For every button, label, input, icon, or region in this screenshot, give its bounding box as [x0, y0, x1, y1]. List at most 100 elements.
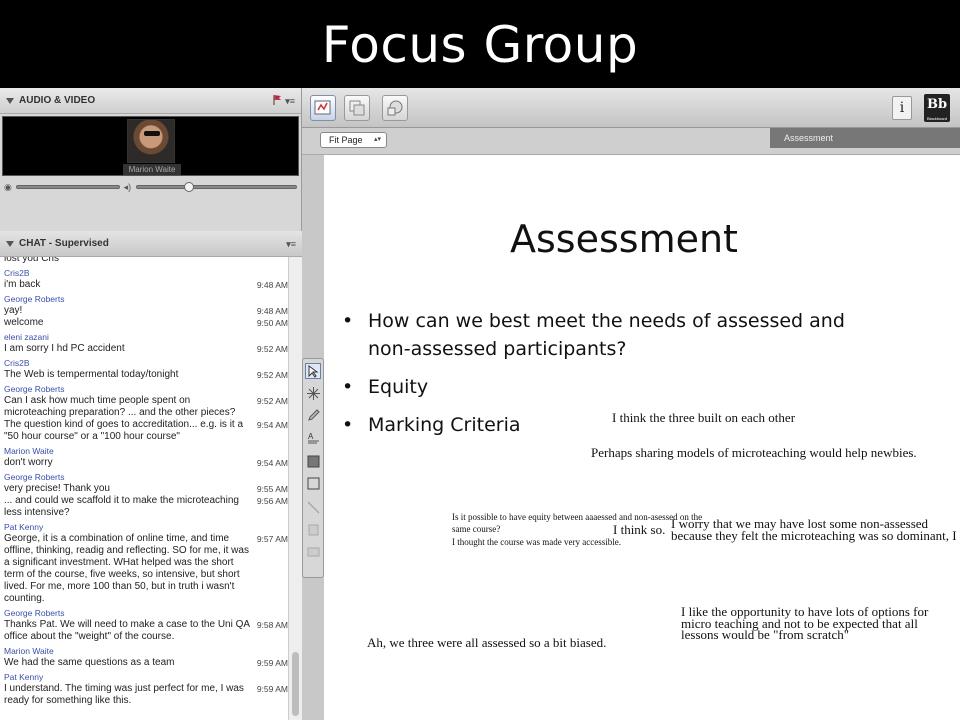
chat-message-text: I understand. The timing was just perfec…	[4, 683, 244, 706]
slide-title: Assessment	[510, 217, 738, 261]
chat-sender[interactable]: Pat Kenny	[4, 522, 288, 533]
whiteboard-button[interactable]	[310, 95, 336, 121]
zoom-select[interactable]: Fit Page ▴▾	[320, 132, 387, 148]
chat-message-text: Thanks Pat. We will need to make a case …	[4, 619, 250, 642]
clipboard-icon	[308, 524, 319, 536]
chat-message: ... and could we scaffold it to make the…	[4, 495, 288, 519]
collapse-arrow-icon[interactable]	[6, 240, 14, 247]
microphone-icon: ◉	[4, 181, 12, 192]
chat-message: welcome 9:50 AM	[4, 317, 288, 329]
clipboard-tool[interactable]	[305, 521, 321, 537]
app-share-button[interactable]	[344, 95, 370, 121]
volume-knob[interactable]	[184, 182, 194, 192]
chat-message: eleni zazani I am sorry I hd PC accident 9…	[4, 332, 288, 355]
explicit-tool[interactable]	[305, 385, 321, 401]
tool-palette: A	[302, 358, 324, 578]
chat-message-row: yay! 9:48 AM	[4, 305, 288, 317]
chat-message: lost you Cris	[4, 257, 288, 265]
chat-message-text: lost you Cris	[4, 257, 60, 264]
audio-video-header[interactable]: AUDIO & VIDEO ▾≡	[0, 88, 301, 114]
chat-message-text: yay!	[4, 305, 23, 316]
filled-rectangle-icon	[307, 455, 320, 468]
chat-timestamp: 9:57 AM	[256, 534, 288, 544]
chat-message-text: The question kind of goes to accreditati…	[4, 419, 244, 442]
line-icon	[307, 501, 320, 514]
chat-message-text: i'm back	[4, 279, 41, 290]
annotation-text[interactable]: Is it possible to have equity between aa…	[452, 512, 702, 522]
web-tour-button[interactable]	[382, 95, 408, 121]
collapse-arrow-icon[interactable]	[6, 97, 14, 104]
chat-message-text: Can I ask how much time people spent on …	[4, 395, 236, 418]
scrollbar-thumb[interactable]	[292, 652, 299, 716]
chat-messages[interactable]: lost you Cris Cris2B i'm back 9:48 AM George…	[0, 257, 288, 720]
video-feed: Marion Waite	[2, 116, 299, 176]
volume-controls: ◉ ◂)	[0, 176, 301, 198]
chat-sender[interactable]: George Roberts	[4, 384, 288, 395]
chat-message-row: don't worry 9:54 AM	[4, 457, 288, 469]
annotation-text[interactable]: I thought the course was made very acces…	[452, 537, 621, 547]
annotation-text[interactable]: Perhaps sharing models of microteaching …	[591, 445, 917, 461]
chat-message-row: We had the same questions as a team 9:59 …	[4, 657, 288, 669]
annotation-text[interactable]: because they felt the microteaching was …	[671, 529, 960, 542]
chat-message-text: ... and could we scaffold it to make the…	[4, 495, 239, 518]
filled-rectangle-tool[interactable]	[305, 453, 321, 469]
select-arrows-icon: ▴▾	[373, 136, 381, 143]
chat-message-text: We had the same questions as a team	[4, 657, 175, 668]
flag-icon[interactable]	[273, 94, 283, 106]
rectangle-tool[interactable]	[305, 475, 321, 491]
chat-timestamp: 9:48 AM	[256, 306, 288, 316]
chat-sender[interactable]: Marion Waite	[4, 646, 288, 657]
chat-sender[interactable]: Marion Waite	[4, 446, 288, 457]
chat-sender[interactable]: Pat Kenny	[4, 672, 288, 683]
chat-sender[interactable]: George Roberts	[4, 472, 288, 483]
volume-slider[interactable]	[135, 185, 297, 189]
chat-timestamp: 9:48 AM	[256, 280, 288, 290]
slide-tab[interactable]: Assessment	[770, 128, 960, 148]
bullet-item: Equity	[342, 373, 882, 401]
chat-sender[interactable]: George Roberts	[4, 608, 288, 619]
chat-sender[interactable]: eleni zazani	[4, 332, 288, 343]
screenshot-tool[interactable]	[305, 543, 321, 559]
text-icon: A	[308, 432, 319, 444]
chat-header[interactable]: CHAT - Supervised ▾≡	[0, 231, 302, 257]
chat-timestamp: 9:58 AM	[256, 620, 288, 630]
chat-message-row: I am sorry I hd PC accident 9:52 AM	[4, 343, 288, 355]
chat-message: Marion Waite We had the same questions as…	[4, 646, 288, 669]
select-tool[interactable]	[305, 363, 321, 379]
mic-level-slider[interactable]	[15, 185, 120, 189]
line-tool[interactable]	[305, 499, 321, 515]
panel-menu-icon[interactable]: ▾≡	[286, 239, 296, 250]
page-title: Focus Group	[321, 16, 639, 74]
chat-message-row: George, it is a combination of online ti…	[4, 533, 288, 605]
text-tool[interactable]: A	[305, 429, 321, 445]
zoom-select-value: Fit Page	[329, 135, 363, 145]
chat-message-row: very precise! Thank you 9:55 AM	[4, 483, 288, 495]
annotation-text[interactable]: same course?	[452, 524, 500, 534]
chat-message-text: The Web is tempermental today/tonight	[4, 369, 179, 380]
chat-message-text: very precise! Thank you	[4, 483, 110, 494]
chat-timestamp: 9:50 AM	[256, 318, 288, 328]
app-share-icon	[349, 100, 365, 116]
arrow-pointer-icon	[308, 365, 319, 378]
chat-scrollbar[interactable]	[288, 257, 302, 720]
pencil-icon	[308, 409, 320, 421]
svg-text:A: A	[308, 432, 314, 441]
chat-message: George Roberts yay! 9:48 AM	[4, 294, 288, 317]
panel-menu-icon[interactable]: ▾≡	[285, 96, 295, 107]
chat-sender[interactable]: Cris2B	[4, 358, 288, 369]
globe-icon	[387, 100, 403, 116]
slide-canvas[interactable]: Assessment How can we best meet the need…	[324, 155, 960, 720]
chat-sender[interactable]: George Roberts	[4, 294, 288, 305]
left-panel: AUDIO & VIDEO ▾≡ Marion Waite ◉ ◂) CHAT …	[0, 88, 302, 720]
chat-title: CHAT - Supervised	[19, 238, 109, 249]
annotation-text[interactable]: lessons would be "from scratch"	[681, 628, 849, 641]
chat-timestamp: 9:56 AM	[256, 496, 288, 506]
pencil-tool[interactable]	[305, 407, 321, 423]
annotation-text[interactable]: Ah, we three were all assessed so a bit …	[367, 635, 606, 651]
annotation-text[interactable]: I think so.	[613, 522, 665, 538]
annotation-text[interactable]: I think the three built on each other	[612, 410, 795, 426]
screenshot-icon	[307, 547, 320, 557]
info-button[interactable]: i	[892, 96, 912, 120]
chat-message: Cris2B The Web is tempermental today/toni…	[4, 358, 288, 381]
chat-sender[interactable]: Cris2B	[4, 268, 288, 279]
